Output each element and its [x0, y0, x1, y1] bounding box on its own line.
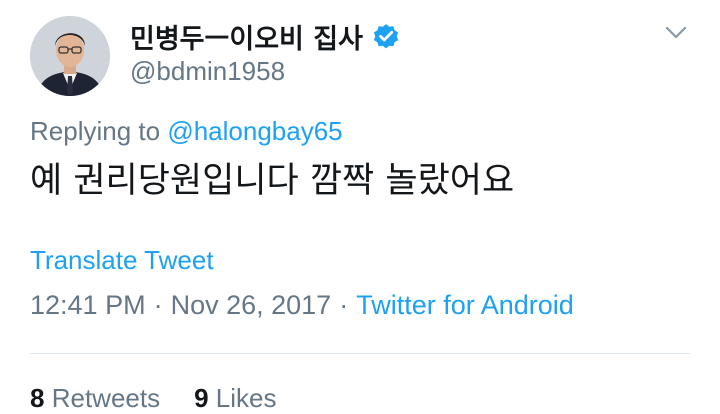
retweets-stat[interactable]: 8 Retweets: [30, 383, 160, 413]
author-name-row[interactable]: 민병두ㅡ이오비 집사: [130, 16, 401, 56]
likes-count: 9: [194, 383, 209, 413]
author-avatar[interactable]: [30, 16, 110, 96]
verified-badge-icon: [371, 21, 401, 51]
tweet-time: 12:41 PM: [30, 290, 146, 320]
chevron-down-icon[interactable]: [664, 22, 688, 42]
likes-stat[interactable]: 9 Likes: [194, 383, 276, 413]
tweet-stats: 8 Retweets 9 Likes: [30, 383, 277, 414]
tweet-meta: 12:41 PM · Nov 26, 2017 · Twitter for Androi…: [30, 290, 574, 321]
tweet-text: 예 권리당원입니다 깜짝 놀랐어요: [30, 161, 515, 201]
tweet-date: Nov 26, 2017: [170, 290, 332, 320]
replying-to: Replying to @halongbay65: [30, 116, 343, 147]
likes-label: Likes: [215, 383, 277, 413]
divider: [30, 353, 690, 354]
meta-separator: ·: [339, 290, 349, 320]
reply-to-handle-link[interactable]: @halongbay65: [167, 116, 342, 146]
retweets-count: 8: [30, 383, 45, 413]
translate-tweet-link[interactable]: Translate Tweet: [30, 245, 214, 276]
meta-separator: ·: [153, 290, 163, 320]
retweets-label: Retweets: [51, 383, 161, 413]
tweet-client-link[interactable]: Twitter for Android: [356, 290, 574, 320]
replying-to-prefix: Replying to: [30, 116, 168, 146]
author-display-name[interactable]: 민병두ㅡ이오비 집사: [130, 17, 363, 56]
author-handle[interactable]: @bdmin1958: [130, 56, 285, 87]
